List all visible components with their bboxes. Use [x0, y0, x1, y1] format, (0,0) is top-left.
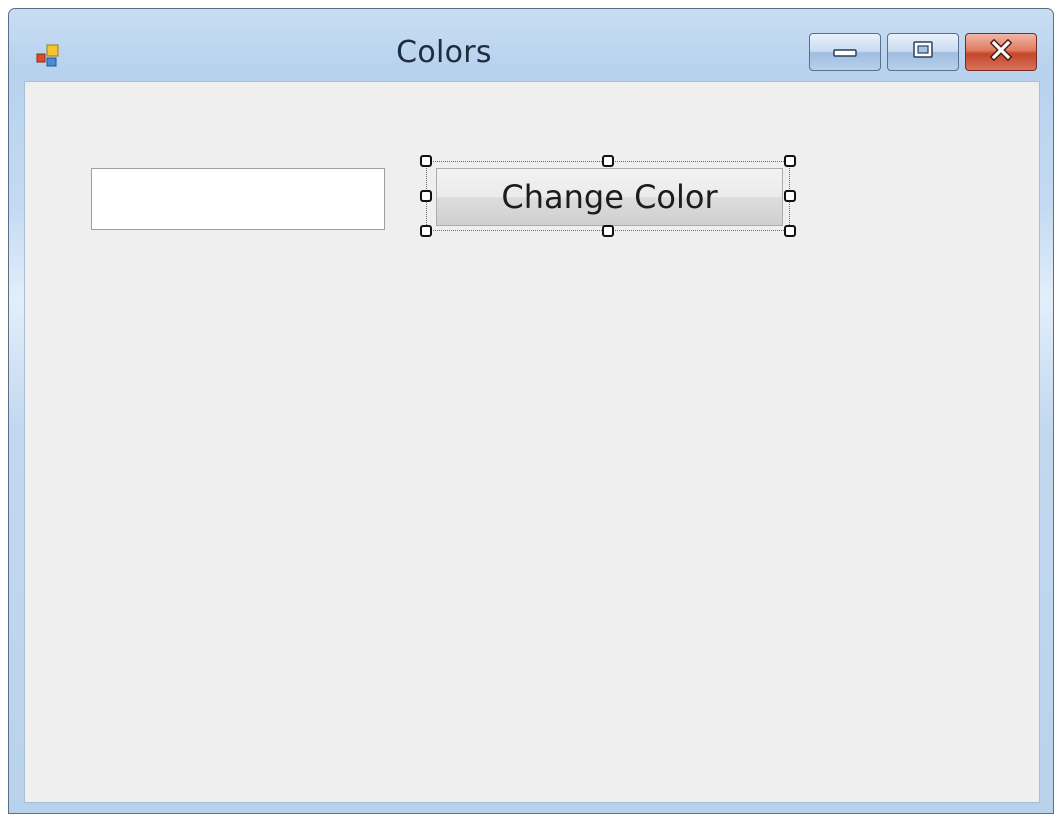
close-icon — [987, 38, 1015, 65]
window-title: Colors — [396, 35, 492, 70]
resize-handle-bottom-center[interactable] — [602, 225, 614, 237]
maximize-button[interactable] — [887, 33, 959, 71]
minimize-icon — [831, 43, 859, 62]
resize-handle-middle-left[interactable] — [420, 190, 432, 202]
maximize-icon — [910, 39, 936, 65]
form-window: Colors Change Color — [8, 8, 1054, 814]
resize-handle-top-center[interactable] — [602, 155, 614, 167]
resize-handle-top-left[interactable] — [420, 155, 432, 167]
title-bar[interactable]: Colors — [9, 9, 1053, 81]
close-button[interactable] — [965, 33, 1037, 71]
resize-handle-middle-right[interactable] — [784, 190, 796, 202]
color-textbox[interactable] — [91, 168, 385, 230]
minimize-button[interactable] — [809, 33, 881, 71]
resize-handle-bottom-left[interactable] — [420, 225, 432, 237]
form-client-area: Change Color — [24, 81, 1040, 803]
change-color-button[interactable]: Change Color — [436, 168, 783, 226]
resize-handle-bottom-right[interactable] — [784, 225, 796, 237]
resize-handle-top-right[interactable] — [784, 155, 796, 167]
